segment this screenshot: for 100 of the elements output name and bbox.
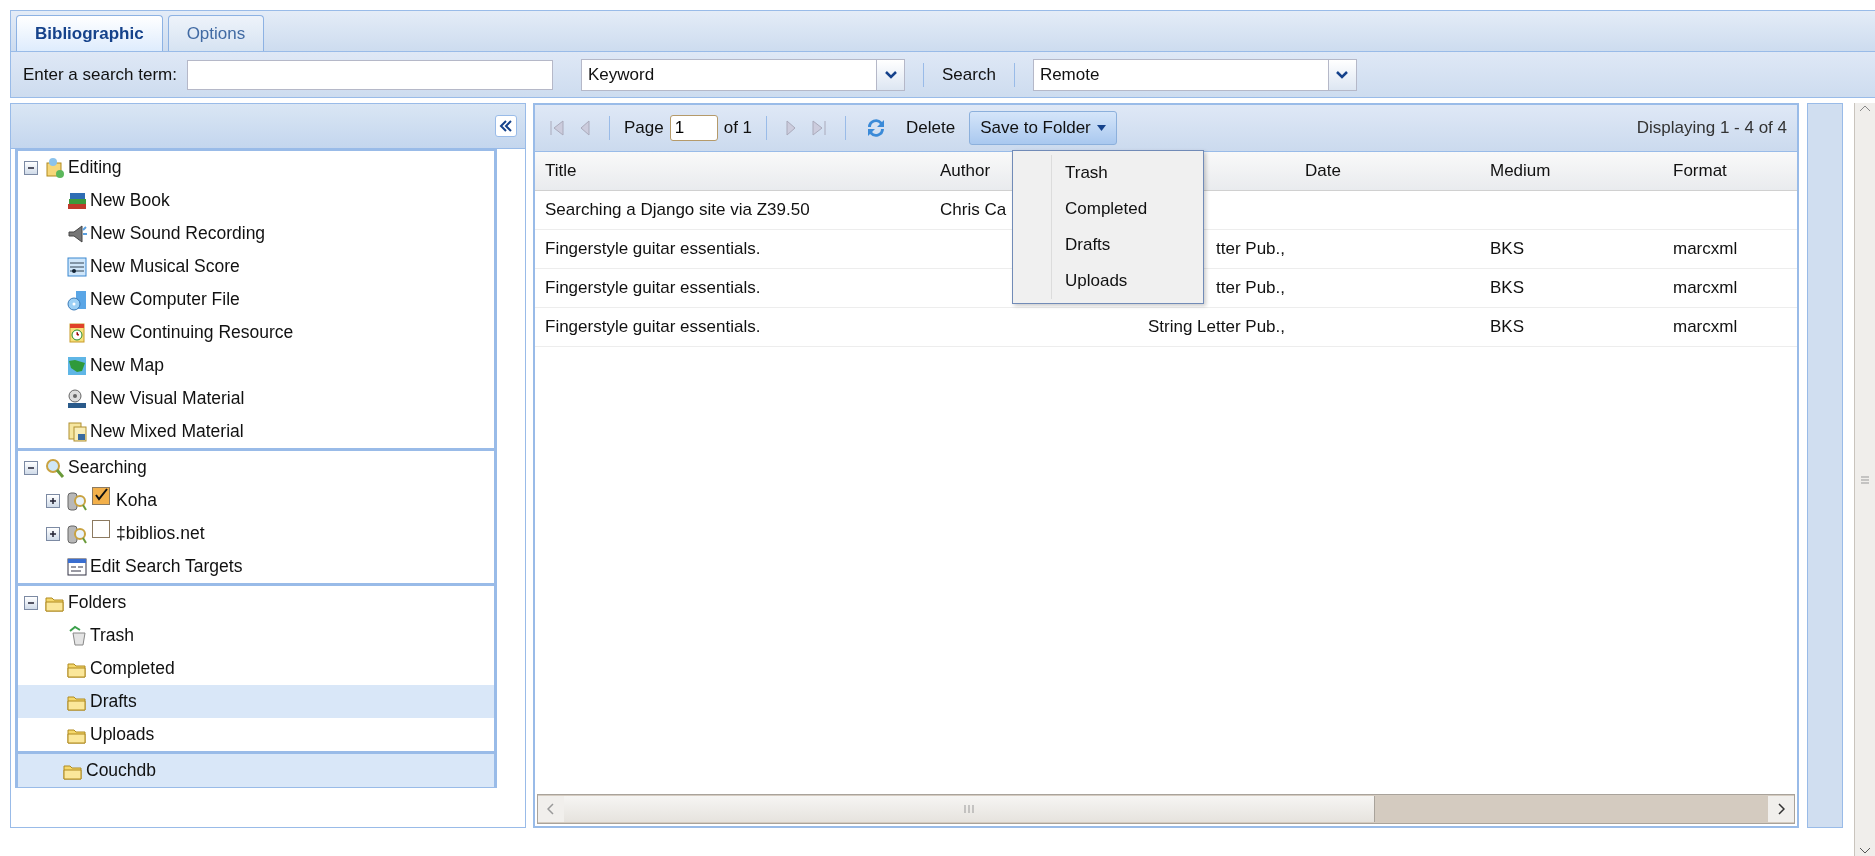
tree-item[interactable]: New Book — [18, 184, 494, 217]
tree-item[interactable]: New Computer File — [18, 283, 494, 316]
last-page-icon — [811, 119, 828, 137]
item-label: New Continuing Resource — [90, 322, 294, 343]
page-label: Page — [624, 118, 664, 138]
table-cell-text: tter Pub., — [1215, 239, 1286, 259]
expand-toggle[interactable] — [24, 460, 38, 475]
search-type-dropdown[interactable]: Keyword — [581, 58, 905, 91]
item-label: New Mixed Material — [90, 421, 244, 442]
caret-icon — [1336, 70, 1349, 79]
server-search-icon — [66, 489, 88, 512]
caret-icon — [1096, 125, 1106, 131]
item-label: Edit Search Targets — [90, 556, 243, 577]
item-label: New Musical Score — [90, 256, 240, 277]
scroll-right-button[interactable] — [1768, 796, 1794, 822]
plus-icon — [48, 528, 58, 539]
scroll-left-button[interactable] — [538, 796, 564, 822]
table-cell-text: Fingerstyle guitar essentials. — [544, 317, 762, 337]
page-field[interactable]: 1 — [669, 115, 718, 141]
tree-item[interactable]: Drafts — [18, 685, 494, 718]
column-header[interactable]: Title — [535, 161, 587, 181]
expand-toggle[interactable] — [24, 595, 38, 610]
grip-icon — [1860, 474, 1870, 485]
tree-item[interactable]: ‡biblios.net — [18, 517, 494, 550]
table-cell-text: marcxml — [1672, 278, 1739, 298]
expand-toggle[interactable] — [24, 160, 38, 175]
tree-item[interactable]: Trash — [18, 619, 494, 652]
tree-item[interactable]: Searching — [18, 451, 494, 484]
tree-item[interactable]: New Visual Material — [18, 382, 494, 415]
collapse-button[interactable] — [495, 115, 517, 137]
magnifier-icon — [44, 456, 66, 479]
tree-item[interactable]: New Map — [18, 349, 494, 382]
search-field[interactable] — [187, 59, 553, 90]
save-to-folder-button[interactable]: Save to Folder — [969, 111, 1117, 145]
tree-item[interactable]: Couchdb — [18, 754, 494, 787]
search-label: Search — [942, 64, 996, 85]
double-chevron-icon — [499, 120, 513, 132]
column-header[interactable]: Author — [930, 161, 1001, 181]
expand-toggle[interactable] — [46, 526, 60, 541]
item-label: Editing — [68, 157, 122, 178]
tree-item[interactable]: New Musical Score — [18, 250, 494, 283]
item-label: Drafts — [90, 691, 137, 712]
item-label: Searching — [68, 457, 147, 478]
next-icon — [785, 119, 798, 137]
documents-icon — [66, 420, 88, 443]
table-cell-text: String Letter Pub., — [1146, 317, 1286, 337]
table-cell-text: marcxml — [1672, 317, 1739, 337]
search-label: Enter a search term: — [23, 64, 177, 85]
server-search-icon — [66, 522, 88, 545]
column-header[interactable]: Format — [1663, 161, 1737, 181]
item-label: Completed — [90, 658, 175, 679]
scrollbar-thumb[interactable] — [564, 796, 1375, 822]
item-label: New Book — [90, 190, 170, 211]
table-cell-text: Fingerstyle guitar essentials. — [544, 278, 762, 298]
first-page-icon — [549, 119, 565, 137]
disc-icon — [66, 288, 88, 311]
column-header[interactable]: Medium — [1480, 161, 1561, 181]
vertical-scrollbar[interactable] — [1854, 103, 1875, 856]
table-cell-text: Searching a Django site via Z39.50 — [544, 200, 811, 220]
delete-button[interactable]: Delete — [898, 114, 964, 142]
speaker-icon — [66, 222, 88, 245]
column-header[interactable]: Date — [1295, 161, 1351, 181]
tree-item[interactable]: Uploads — [18, 718, 494, 751]
film-reel-icon — [66, 387, 88, 410]
item-label: New Map — [90, 355, 164, 376]
checkbox[interactable] — [92, 486, 110, 505]
item-label: New Sound Recording — [90, 223, 266, 244]
calendar-clock-icon — [66, 321, 88, 344]
tab[interactable]: Options — [167, 15, 265, 51]
tree-item[interactable]: New Mixed Material — [18, 415, 494, 448]
item-label: Folders — [68, 592, 127, 613]
tab[interactable]: Bibliographic — [16, 15, 163, 51]
map-icon — [66, 354, 88, 377]
checkbox[interactable] — [92, 519, 110, 538]
item-label: Trash — [90, 625, 135, 646]
expand-toggle[interactable] — [46, 493, 60, 508]
sheet-music-icon — [66, 255, 88, 278]
grip-icon — [963, 805, 975, 813]
tree-item[interactable]: Completed — [18, 652, 494, 685]
horizontal-scrollbar[interactable] — [537, 794, 1795, 824]
tree-item[interactable]: Folders — [18, 586, 494, 619]
plus-icon — [48, 495, 58, 506]
item-label: Uploads — [90, 724, 155, 745]
tree-item[interactable]: New Sound Recording — [18, 217, 494, 250]
editing-icon — [44, 156, 66, 179]
tree-item[interactable]: Koha — [18, 484, 494, 517]
table-cell-text: Fingerstyle guitar essentials. — [544, 239, 762, 259]
form-icon — [66, 555, 88, 578]
table-cell-text: marcxml — [1672, 239, 1739, 259]
caret-icon — [884, 70, 897, 79]
target-dropdown[interactable]: Remote — [1032, 58, 1357, 91]
item-label: New Visual Material — [90, 388, 245, 409]
tree-item[interactable]: Edit Search Targets — [18, 550, 494, 583]
previous-icon — [579, 119, 591, 137]
table-cell-text: BKS — [1489, 239, 1526, 259]
tree-item[interactable]: Editing — [18, 151, 494, 184]
checkmark-icon — [94, 487, 108, 502]
tree-item[interactable]: New Continuing Resource — [18, 316, 494, 349]
item-label: Couchdb — [86, 760, 157, 781]
item-label: New Computer File — [90, 289, 240, 310]
